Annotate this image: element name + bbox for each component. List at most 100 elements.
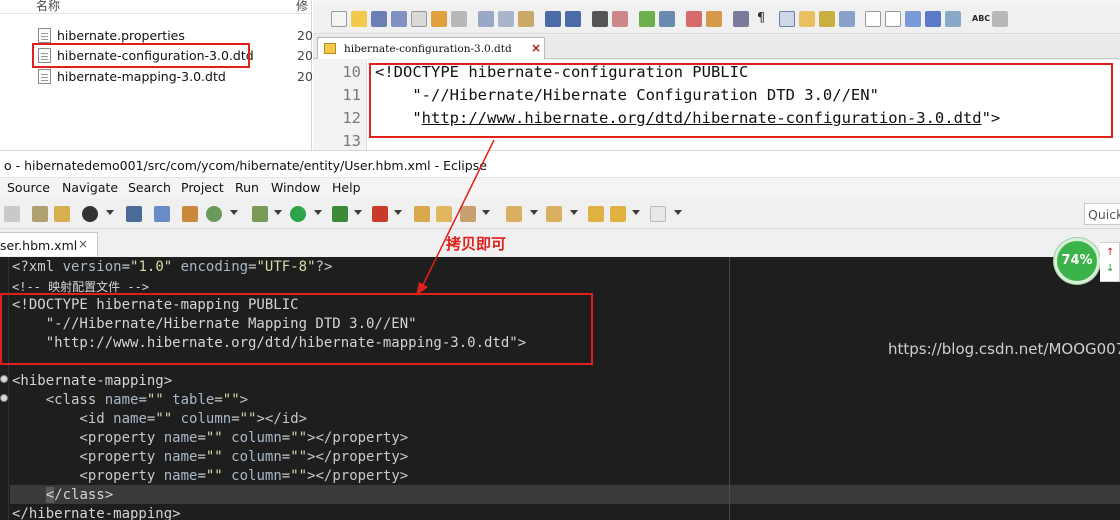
plugin-icon[interactable] (992, 11, 1008, 27)
zoom-out-icon[interactable] (659, 11, 675, 27)
open-project-icon[interactable] (436, 206, 452, 222)
xml-code-editor[interactable]: <?xml version="1.0" encoding="UTF-8"?> <… (0, 257, 1120, 520)
close-file-icon[interactable] (411, 11, 427, 27)
find-icon[interactable] (592, 11, 608, 27)
skip-breakpoints-icon[interactable] (154, 206, 170, 222)
chevron-down-icon[interactable] (274, 210, 282, 215)
copy-icon[interactable] (498, 11, 514, 27)
save-all-icon[interactable] (391, 11, 407, 27)
macro-run-multiple-icon[interactable] (925, 11, 941, 27)
network-speed-panel[interactable]: ↑ ↓ (1100, 242, 1120, 282)
folder-workspace-icon[interactable] (799, 11, 815, 27)
file-row[interactable]: hibernate-configuration-3.0.dtd 20 (36, 46, 313, 66)
profile-icon[interactable] (82, 206, 98, 222)
progress-badge[interactable]: 74% (1054, 238, 1100, 284)
forward-icon[interactable] (650, 206, 666, 222)
compare-icon[interactable] (706, 11, 722, 27)
menu-navigate[interactable]: Navigate (62, 180, 118, 195)
editor-tabstrip: hibernate-configuration-3.0.dtd × (313, 35, 1120, 59)
new-file-icon[interactable] (331, 11, 347, 27)
macro-save-icon[interactable] (945, 11, 961, 27)
window-titlebar[interactable]: o - hibernatedemo001/src/com/ycom/hibern… (0, 150, 1120, 178)
menu-window[interactable]: Window (271, 180, 320, 195)
refresh-icon[interactable] (206, 206, 222, 222)
chevron-down-icon[interactable] (674, 210, 682, 215)
coverage-icon[interactable] (332, 206, 348, 222)
redo-icon[interactable] (565, 11, 581, 27)
run-icon[interactable] (290, 206, 306, 222)
show-all-chars-icon[interactable]: ¶ (753, 11, 769, 27)
chevron-down-icon[interactable] (354, 210, 362, 215)
open-type-icon[interactable] (32, 206, 48, 222)
column-name-header[interactable]: 名称 (36, 0, 60, 14)
menu-run[interactable]: Run (235, 180, 259, 195)
code-line: "-//Hibernate/Hibernate Mapping DTD 3.0/… (12, 316, 417, 332)
undo-icon[interactable] (545, 11, 561, 27)
cut-icon[interactable] (478, 11, 494, 27)
menu-search[interactable]: Search (128, 180, 171, 195)
macro-play-icon[interactable] (905, 11, 921, 27)
fold-toggle-icon[interactable] (0, 394, 8, 402)
prev-annotation-icon[interactable] (546, 206, 562, 222)
file-tab-icon (324, 43, 336, 54)
save-icon[interactable] (371, 11, 387, 27)
chevron-down-icon[interactable] (530, 210, 538, 215)
debug-icon[interactable] (252, 206, 268, 222)
doc-map-icon[interactable] (819, 11, 835, 27)
open-task-icon[interactable] (54, 206, 70, 222)
new-package-icon[interactable] (414, 206, 430, 222)
editor-tabstrip: ser.hbm.xml × (0, 230, 1120, 256)
file-row[interactable]: hibernate.properties 20 (36, 26, 313, 46)
chevron-down-icon[interactable] (394, 210, 402, 215)
print-icon[interactable] (451, 11, 467, 27)
chevron-down-icon[interactable] (314, 210, 322, 215)
column-modified-header[interactable]: 修 (296, 0, 308, 14)
menu-project[interactable]: Project (181, 180, 224, 195)
indent-guide-icon[interactable] (779, 11, 795, 27)
last-edit-icon[interactable] (588, 206, 604, 222)
spell-check-icon[interactable]: ABC (972, 11, 990, 27)
replace-icon[interactable] (612, 11, 628, 27)
file-row[interactable]: hibernate-mapping-3.0.dtd 20 (36, 67, 313, 87)
code-attr: column (231, 468, 282, 484)
code-attr: version (62, 259, 122, 275)
menu-help[interactable]: Help (332, 180, 361, 195)
editor-toolbar: ¶ ABC (313, 6, 1120, 34)
code-punct: = (281, 430, 291, 446)
close-icon[interactable]: × (78, 237, 88, 251)
code-string: "" (239, 411, 257, 427)
close-all-icon[interactable] (431, 11, 447, 27)
next-annotation-icon[interactable] (506, 206, 522, 222)
quick-access-input[interactable]: Quick (1084, 203, 1120, 225)
new-server-icon[interactable] (182, 206, 198, 222)
tab-user-hbm-xml[interactable]: ser.hbm.xml × (0, 232, 98, 256)
chevron-down-icon[interactable] (106, 210, 114, 215)
external-tools-icon[interactable] (372, 206, 388, 222)
paste-icon[interactable] (518, 11, 534, 27)
function-list-icon[interactable] (839, 11, 855, 27)
brush-icon[interactable] (460, 206, 476, 222)
chevron-down-icon[interactable] (482, 210, 490, 215)
code-tag: ></id> (256, 411, 308, 427)
macro-record-icon[interactable] (865, 11, 881, 27)
chevron-down-icon[interactable] (632, 210, 640, 215)
fold-toggle-icon[interactable] (0, 375, 8, 383)
console-icon[interactable] (126, 206, 142, 222)
explorer-column-header: 名称 修 (0, 0, 312, 14)
dtd-url-link[interactable]: http://www.hibernate.org/dtd/hibernate-c… (422, 109, 982, 127)
macro-stop-icon[interactable] (885, 11, 901, 27)
tab-hibernate-configuration-dtd[interactable]: hibernate-configuration-3.0.dtd × (317, 37, 545, 59)
zoom-in-icon[interactable] (639, 11, 655, 27)
back-icon[interactable] (610, 206, 626, 222)
open-folder-icon[interactable] (351, 11, 367, 27)
word-wrap-icon[interactable] (733, 11, 749, 27)
chevron-down-icon[interactable] (230, 210, 238, 215)
chevron-down-icon[interactable] (570, 210, 578, 215)
menu-source[interactable]: Source (7, 180, 50, 195)
close-icon[interactable]: × (531, 41, 541, 55)
dtd-code-area[interactable]: 10 11 12 13 <!DOCTYPE hibernate-configur… (313, 60, 1120, 150)
code-tag: <property (12, 430, 164, 446)
sync-scroll-icon[interactable] (686, 11, 702, 27)
